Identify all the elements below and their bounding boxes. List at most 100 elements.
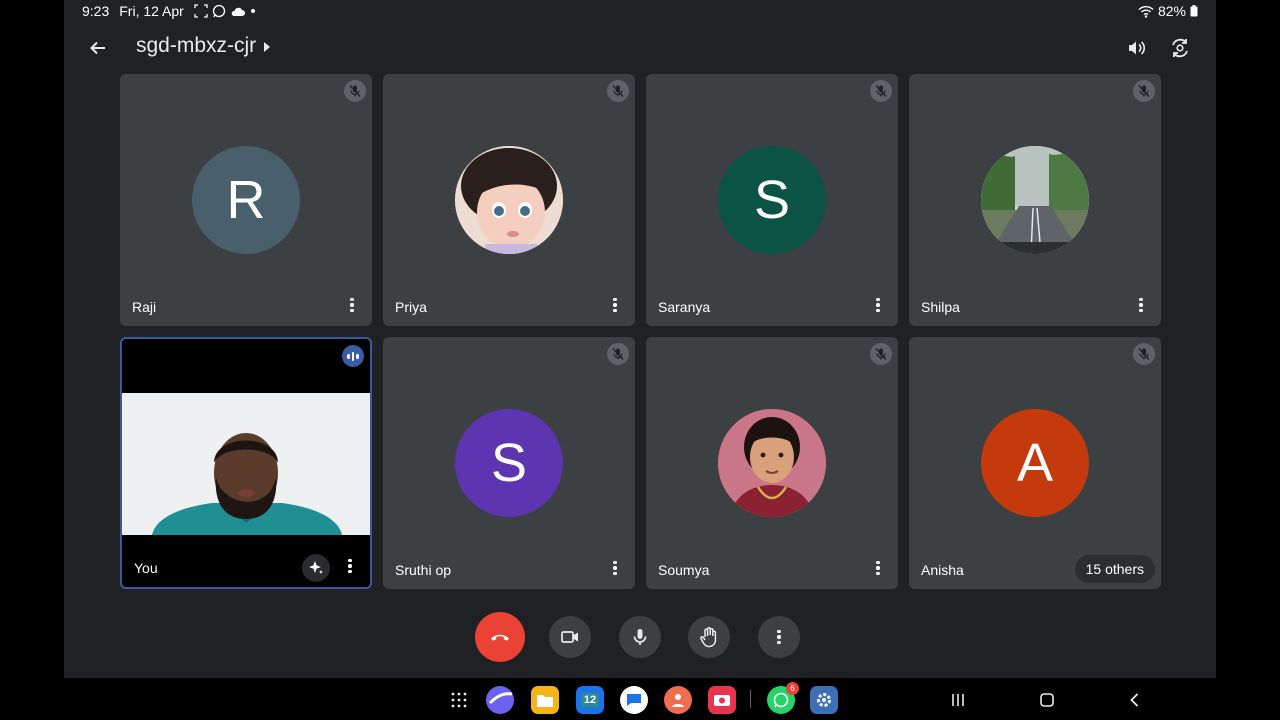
arrow-back-icon <box>90 41 105 55</box>
others-count-badge[interactable]: 15 others <box>1074 555 1155 583</box>
more-options-button[interactable] <box>758 616 800 658</box>
visual-effects-button[interactable] <box>302 554 330 582</box>
calendar-icon: 12 <box>580 693 600 707</box>
meeting-top-bar: sgd-mbxz-cjr <box>64 28 1216 68</box>
meeting-code: sgd-mbxz-cjr <box>136 34 257 57</box>
call-controls <box>64 612 1216 662</box>
mic-toggle-button[interactable] <box>619 616 661 658</box>
participant-tile-saranya[interactable]: S Saranya <box>646 74 898 326</box>
status-right: 82% <box>1138 3 1198 19</box>
end-call-button[interactable] <box>475 612 525 662</box>
tile-more-button[interactable] <box>1129 295 1153 315</box>
participant-name: Raji <box>132 299 157 315</box>
participant-name: Shilpa <box>921 299 960 315</box>
status-left: 9:23 Fri, 12 Apr <box>82 3 256 19</box>
internet-icon <box>487 687 513 713</box>
mic-off-icon <box>1133 343 1155 365</box>
dot-icon <box>250 9 255 13</box>
avatar-initial: R <box>226 170 266 230</box>
status-bar: 9:23 Fri, 12 Apr 82% <box>64 0 1216 22</box>
mic-off-icon <box>344 80 366 102</box>
tile-more-button[interactable] <box>866 295 890 315</box>
taskbar-app-internet[interactable] <box>486 686 514 714</box>
participant-tile-raji[interactable]: R Raji <box>120 74 372 326</box>
home-button[interactable] <box>1033 686 1061 714</box>
avatar-initial: S <box>490 433 528 493</box>
self-camera-video <box>122 393 370 535</box>
meeting-title-button[interactable]: sgd-mbxz-cjr <box>136 34 271 58</box>
avatar-anisha: A <box>981 409 1089 517</box>
participant-tile-sruthi-op[interactable]: S Sruthi op <box>383 337 635 589</box>
more-vert-icon <box>348 558 352 574</box>
taskbar-app-whatsapp[interactable]: 6 <box>767 682 799 714</box>
mic-icon <box>633 629 647 645</box>
battery-percent: 82% <box>1157 3 1186 19</box>
tile-more-button[interactable] <box>866 558 890 578</box>
sparkle-icon <box>309 561 323 574</box>
status-notification-icons <box>194 4 256 18</box>
tile-more-button[interactable] <box>340 295 364 315</box>
participant-name: You <box>134 560 158 576</box>
status-date: Fri, 12 Apr <box>119 3 184 19</box>
participant-tile-soumya[interactable]: Soumya <box>646 337 898 589</box>
recent-apps-button[interactable] <box>944 686 972 714</box>
caret-right-icon <box>264 42 271 52</box>
taskbar-app-settings[interactable] <box>810 686 838 714</box>
notification-badge: 6 <box>786 682 799 695</box>
folder-icon <box>537 695 553 707</box>
participant-name: Priya <box>395 299 427 315</box>
more-vert-icon <box>1139 297 1143 313</box>
hand-icon <box>700 627 717 648</box>
android-taskbar: 12 6 <box>64 678 1216 720</box>
screenshot-icon <box>194 4 208 18</box>
speaking-indicator-icon <box>342 345 364 367</box>
taskbar-app-calendar[interactable]: 12 <box>576 686 604 714</box>
participant-tile-self[interactable]: You <box>120 337 372 589</box>
tile-more-button[interactable] <box>603 558 627 578</box>
mic-off-icon <box>607 343 629 365</box>
taskbar-app-contacts[interactable] <box>664 686 692 714</box>
audio-output-button[interactable] <box>1122 34 1150 62</box>
more-vert-icon <box>613 297 617 313</box>
back-button[interactable] <box>84 34 112 62</box>
raise-hand-button[interactable] <box>688 616 730 658</box>
camera-icon <box>714 695 730 706</box>
more-vert-icon <box>350 297 354 313</box>
switch-camera-button[interactable] <box>1166 34 1194 62</box>
participant-tile-anisha[interactable]: A Anisha 15 others <box>909 337 1161 589</box>
tile-more-button[interactable] <box>338 556 362 576</box>
participant-tile-priya[interactable]: Priya <box>383 74 635 326</box>
tile-more-button[interactable] <box>603 295 627 315</box>
recents-icon <box>952 694 964 706</box>
mic-off-icon <box>870 80 892 102</box>
taskbar-app-files[interactable] <box>531 686 559 714</box>
gear-icon <box>817 693 831 707</box>
avatar-initial: A <box>1016 433 1054 493</box>
more-vert-icon <box>613 560 617 576</box>
whatsapp-icon <box>212 4 225 18</box>
chat-bubble-icon <box>627 694 641 706</box>
avatar-sruthi-op: S <box>455 409 563 517</box>
status-time: 9:23 <box>82 3 110 19</box>
meet-screen: 9:23 Fri, 12 Apr 82% sgd-mbxz-cjr R Raji… <box>64 0 1216 720</box>
avatar-photo-priya <box>455 146 563 254</box>
participant-name: Saranya <box>658 299 711 315</box>
mic-off-icon <box>870 343 892 365</box>
taskbar-app-camera[interactable] <box>708 686 736 714</box>
avatar-photo-shilpa <box>981 146 1089 254</box>
taskbar-divider <box>750 690 751 708</box>
app-drawer-button[interactable] <box>445 686 473 714</box>
participant-name: Sruthi op <box>395 562 452 578</box>
participant-name: Soumya <box>658 562 710 578</box>
participant-tile-shilpa[interactable]: Shilpa <box>909 74 1161 326</box>
speaker-icon <box>1129 41 1146 55</box>
avatar-initial: S <box>753 170 791 230</box>
chevron-left-icon <box>1130 693 1139 707</box>
person-icon <box>672 694 684 707</box>
apps-grid-icon <box>451 692 467 708</box>
taskbar-app-messages[interactable] <box>620 686 648 714</box>
camera-toggle-button[interactable] <box>549 616 591 658</box>
nav-back-button[interactable] <box>1121 686 1149 714</box>
home-icon <box>1040 693 1054 707</box>
more-vert-icon <box>777 629 781 645</box>
